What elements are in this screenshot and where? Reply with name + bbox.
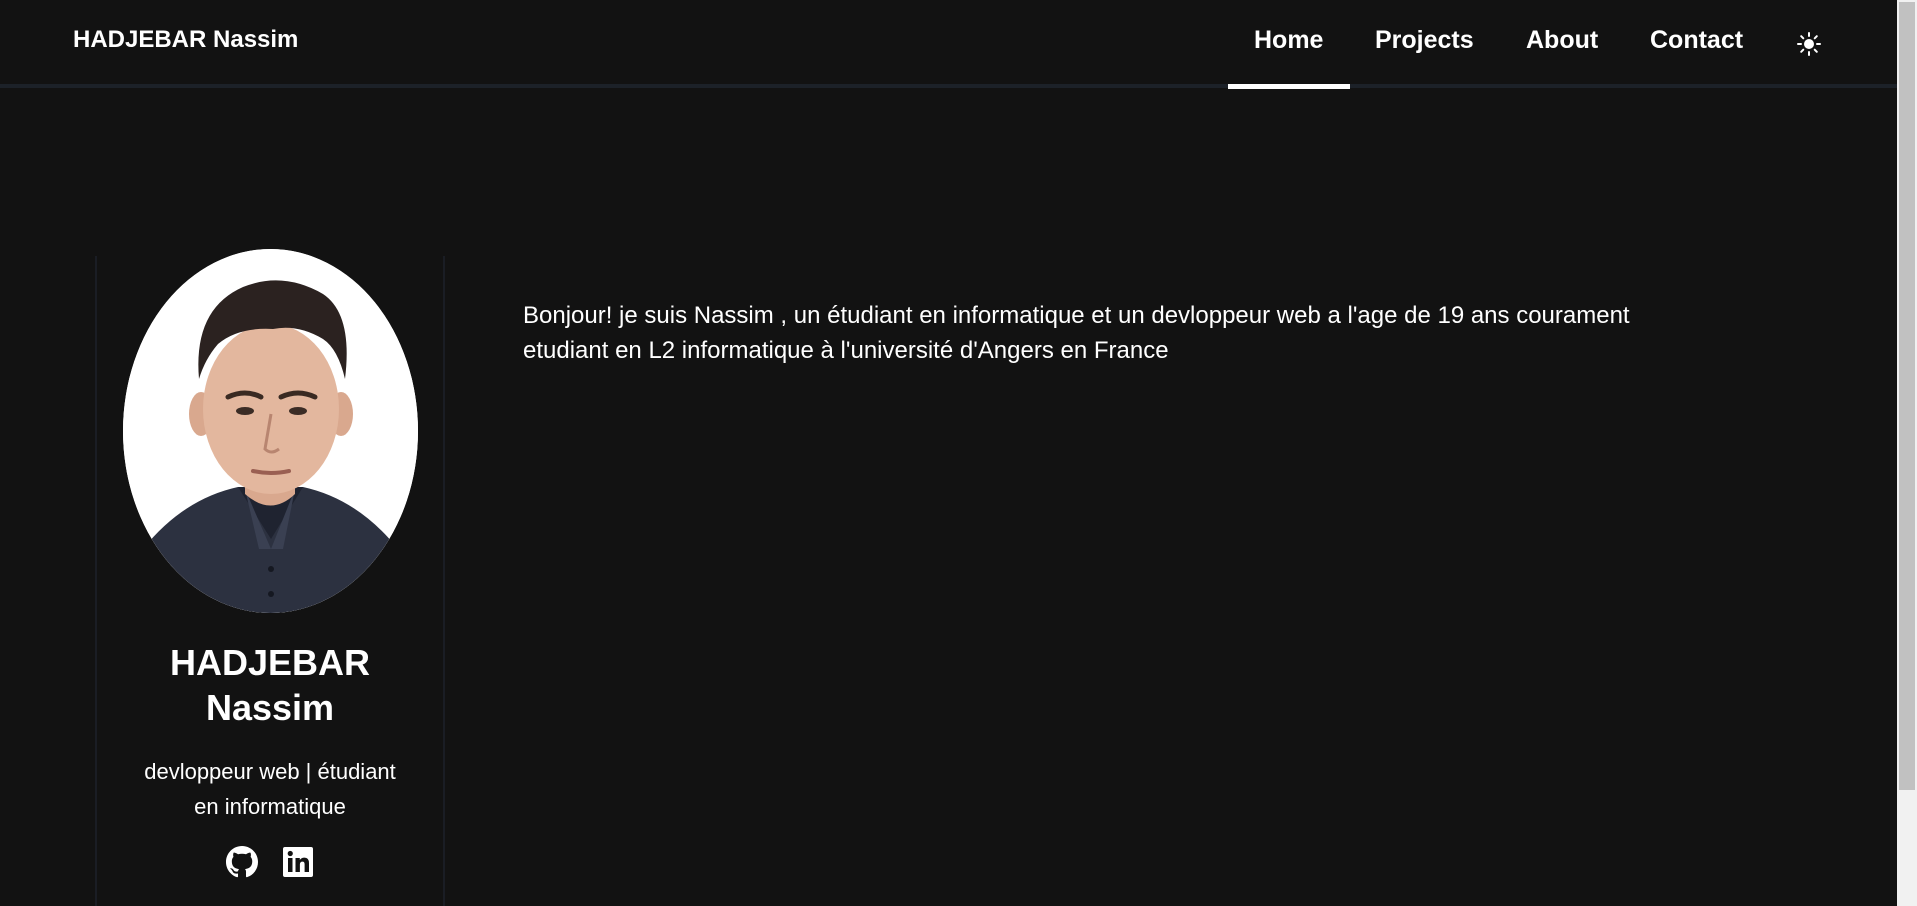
scrollbar-thumb[interactable]: [1899, 2, 1915, 790]
profile-role-line2: en informatique: [194, 794, 346, 819]
profile-photo-illustration: [123, 249, 418, 613]
bio-text: Bonjour! je suis Nassim , un étudiant en…: [523, 298, 1783, 368]
bio-line2: etudiant en L2 informatique à l'universi…: [523, 337, 1169, 364]
active-nav-indicator: [1228, 84, 1350, 89]
profile-photo: [123, 249, 418, 613]
profile-name: HADJEBAR Nassim: [125, 640, 415, 730]
nav-link-about[interactable]: About: [1526, 26, 1598, 55]
page: HADJEBAR Nassim Home Projects About Cont…: [0, 0, 1917, 906]
profile-name-line2: Nassim: [205, 687, 335, 728]
nav-link-contact[interactable]: Contact: [1650, 26, 1743, 55]
github-icon: [226, 846, 258, 878]
nav-link-home[interactable]: Home: [1254, 26, 1323, 55]
sun-icon: [1797, 32, 1821, 56]
linkedin-icon: [283, 847, 313, 877]
profile-role-line1: devloppeur web | étudiant: [144, 759, 396, 784]
profile-role: devloppeur web | étudiant en informatiqu…: [125, 754, 415, 824]
navbar: HADJEBAR Nassim: [0, 0, 1897, 88]
theme-toggle-button[interactable]: [1795, 30, 1823, 58]
nav-link-projects[interactable]: Projects: [1375, 26, 1474, 55]
profile-name-line1: HADJEBAR: [169, 642, 371, 683]
brand-link[interactable]: HADJEBAR Nassim: [73, 26, 298, 54]
linkedin-link[interactable]: [282, 846, 314, 878]
github-link[interactable]: [226, 846, 258, 878]
bio-line1: Bonjour! je suis Nassim , un étudiant en…: [523, 302, 1630, 329]
